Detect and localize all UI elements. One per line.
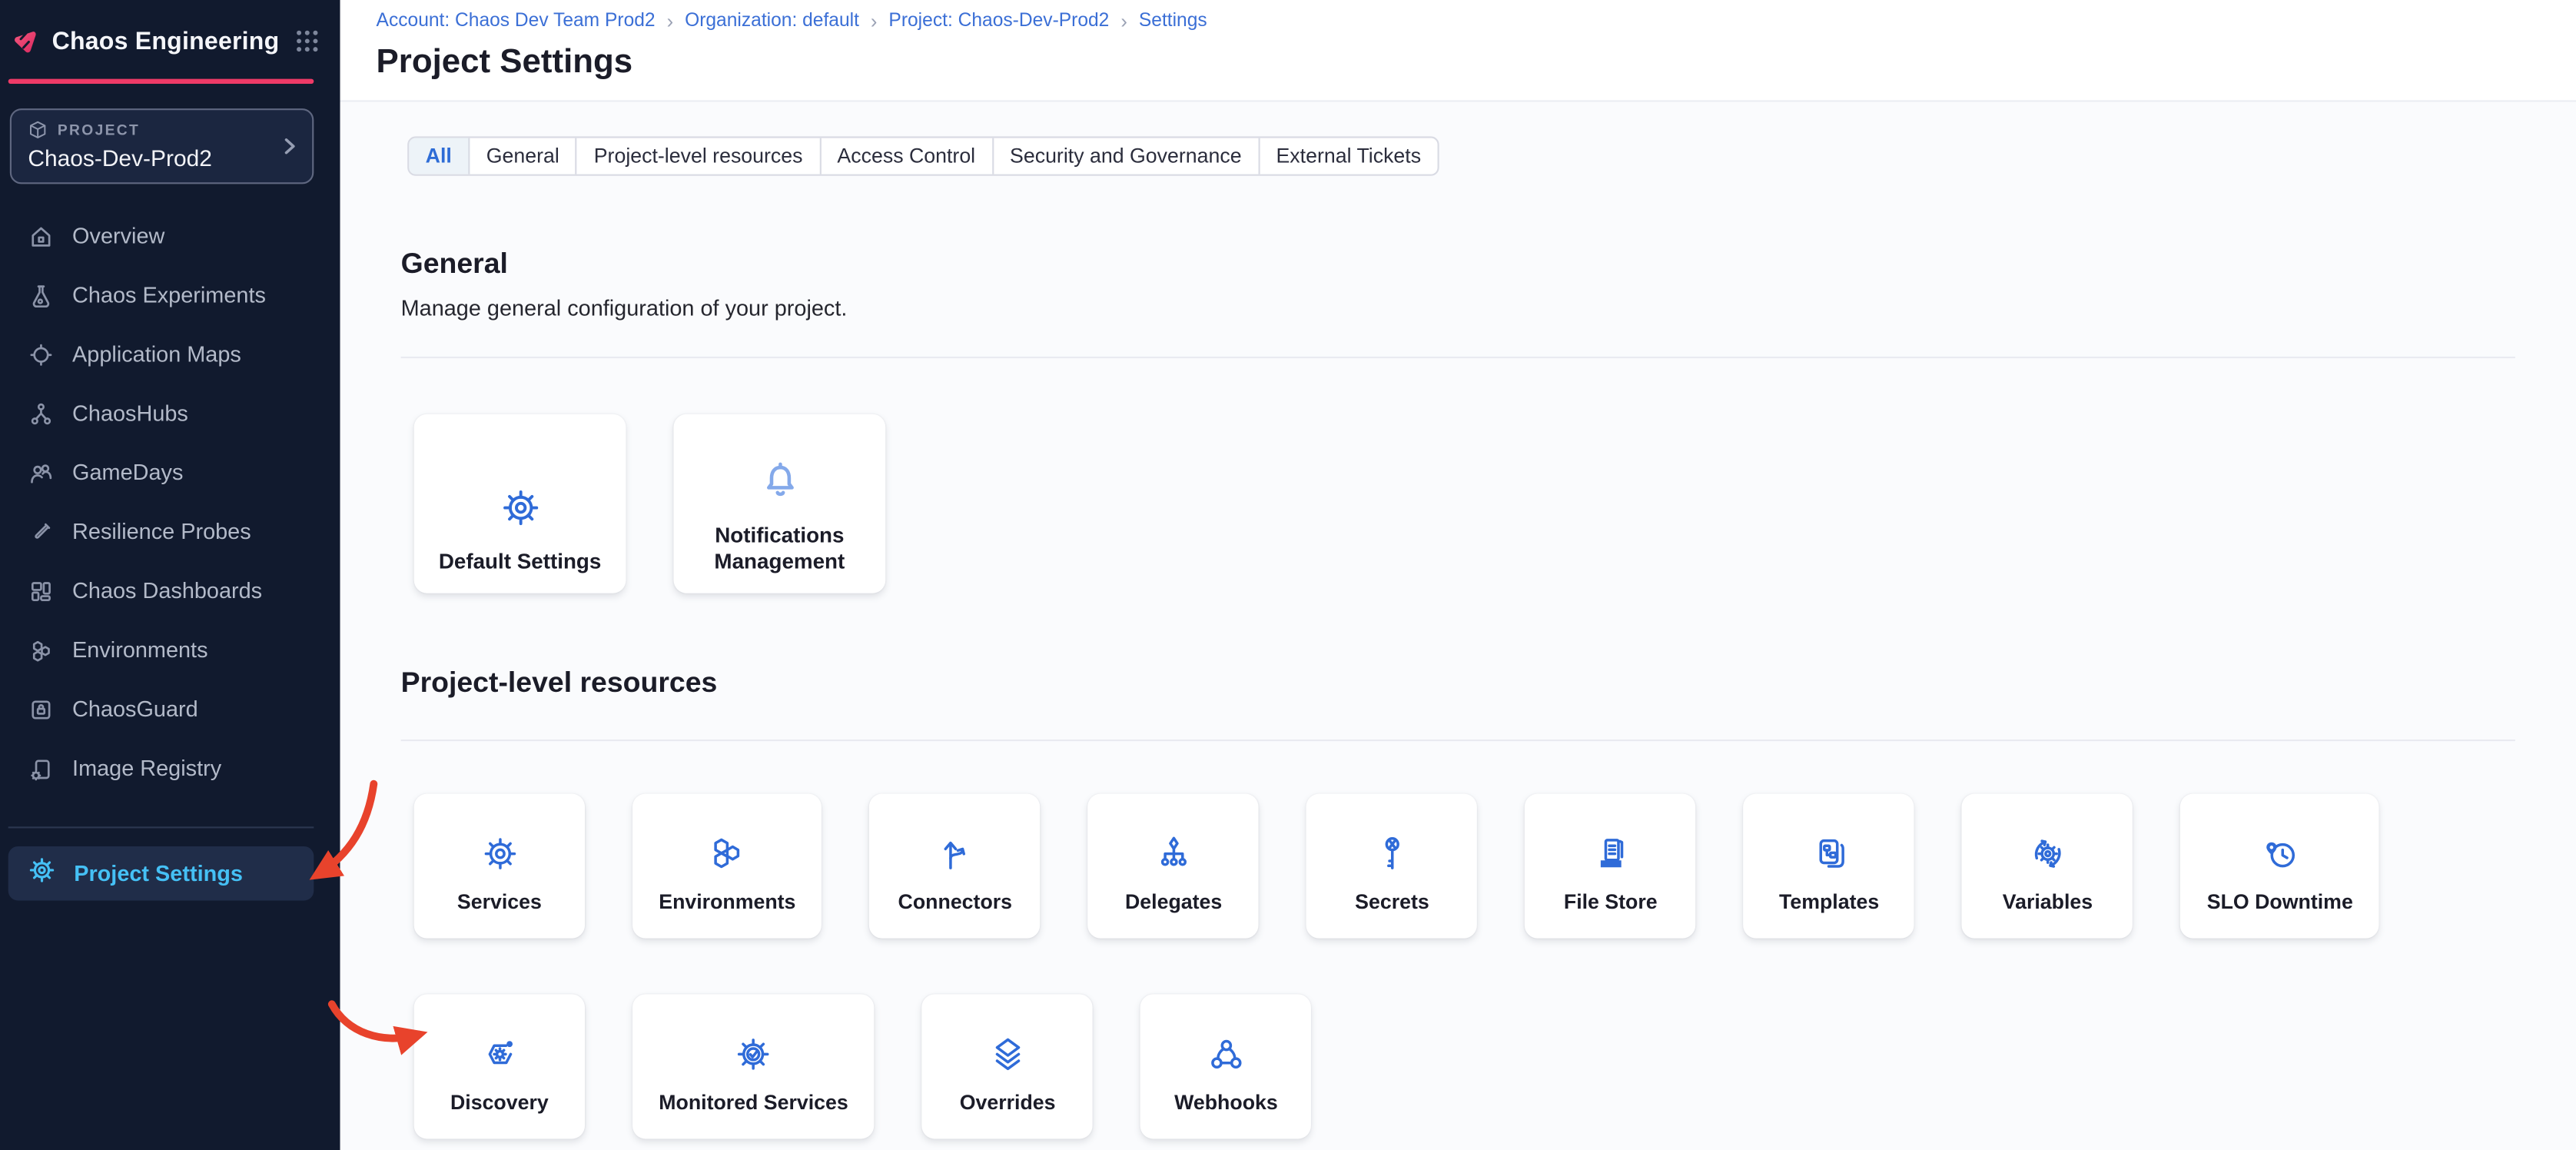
page-body: All General Project-level resources Acce… <box>340 102 2576 1139</box>
test-tube-icon <box>28 518 54 544</box>
clock-pin-icon <box>2258 832 2302 876</box>
sidebar-item-resilience-probes[interactable]: Resilience Probes <box>0 502 340 561</box>
sidebar-item-project-settings[interactable]: Project Settings <box>8 846 314 900</box>
resources-row-2: Discovery Monitored Services <box>414 994 2515 1138</box>
sidebar-item-overview[interactable]: Overview <box>0 206 340 265</box>
card-variables[interactable]: Variables <box>1962 794 2133 939</box>
breadcrumb-account-link[interactable]: Account: Chaos Dev Team Prod2 <box>377 12 656 32</box>
card-notifications-management[interactable]: Notifications Management <box>673 414 885 593</box>
tab-access-control[interactable]: Access Control <box>821 138 994 174</box>
target-icon <box>28 341 54 367</box>
general-description: Manage general configuration of your pro… <box>401 296 2515 321</box>
registry-icon <box>28 755 54 781</box>
section-divider <box>401 357 2515 358</box>
module-switcher-grid-icon[interactable] <box>294 28 320 54</box>
chevron-right-icon <box>277 134 300 157</box>
sidebar-item-application-maps[interactable]: Application Maps <box>0 324 340 384</box>
project-label: PROJECT <box>58 121 140 137</box>
sidebar-nav: Overview Chaos Experiments Application M… <box>0 206 340 798</box>
card-environments[interactable]: Environments <box>632 794 822 939</box>
brand-row: Chaos Engineering <box>0 0 340 79</box>
breadcrumb-project-link[interactable]: Project: Chaos-Dev-Prod2 <box>888 12 1109 32</box>
breadcrumb-organization-link[interactable]: Organization: default <box>685 12 859 32</box>
resources-heading: Project-level resources <box>401 666 2515 700</box>
card-overrides[interactable]: Overrides <box>922 994 1093 1138</box>
layers-icon <box>985 1032 1030 1077</box>
section-project-level-resources: Project-level resources Services <box>401 666 2515 1139</box>
home-icon <box>28 223 54 249</box>
section-divider <box>401 740 2515 741</box>
gear-check-icon <box>732 1032 776 1077</box>
card-slo-downtime[interactable]: SLO Downtime <box>2181 794 2379 939</box>
gear-icon <box>28 856 55 889</box>
sidebar-item-gamedays[interactable]: GameDays <box>0 443 340 502</box>
card-file-store[interactable]: File Store <box>1525 794 1696 939</box>
hexagons-icon <box>28 636 54 663</box>
sidebar-item-chaos-experiments[interactable]: Chaos Experiments <box>0 265 340 324</box>
card-templates[interactable]: Templates <box>1744 794 1914 939</box>
cube-icon <box>28 119 48 139</box>
breadcrumb-separator: › <box>667 10 674 33</box>
card-services[interactable]: Services <box>414 794 585 939</box>
flask-icon <box>28 282 54 308</box>
card-monitored-services[interactable]: Monitored Services <box>632 994 875 1138</box>
tab-external-tickets[interactable]: External Tickets <box>1260 138 1437 174</box>
main-content: Account: Chaos Dev Team Prod2 › Organiza… <box>340 0 2576 1150</box>
breadcrumb-separator: › <box>871 10 878 33</box>
card-discovery[interactable]: Discovery <box>414 994 585 1138</box>
sidebar: Chaos Engineering PROJECT Chaos-Dev-Prod… <box>0 0 340 1150</box>
bell-icon <box>755 457 804 507</box>
file-tray-icon <box>1588 832 1633 876</box>
tab-all[interactable]: All <box>409 138 470 174</box>
dashboard-icon <box>28 577 54 603</box>
webhook-icon <box>1204 1032 1249 1077</box>
module-accent-bar <box>8 79 314 83</box>
breadcrumb-separator: › <box>1120 10 1127 33</box>
card-delegates[interactable]: Delegates <box>1088 794 1259 939</box>
section-general: General Manage general configuration of … <box>401 247 2515 593</box>
template-icon <box>1807 832 1851 876</box>
sidebar-item-environments[interactable]: Environments <box>0 620 340 680</box>
hierarchy-icon <box>1151 832 1196 876</box>
card-connectors[interactable]: Connectors <box>870 794 1041 939</box>
gear-sync-icon <box>2026 832 2070 876</box>
resources-row-1: Services Environments <box>414 794 2515 939</box>
card-webhooks[interactable]: Webhooks <box>1140 994 1311 1138</box>
module-title: Chaos Engineering <box>52 27 280 55</box>
gear-icon <box>477 832 522 876</box>
project-selector[interactable]: PROJECT Chaos-Dev-Prod2 <box>10 108 314 183</box>
people-icon <box>28 460 54 486</box>
card-secrets[interactable]: Secrets <box>1306 794 1477 939</box>
lock-icon <box>28 696 54 722</box>
breadcrumb-settings-link[interactable]: Settings <box>1139 12 1207 32</box>
gear-icon <box>496 483 545 532</box>
key-icon <box>1370 832 1415 876</box>
branch-arrows-icon <box>933 832 978 876</box>
hexagons-icon <box>705 832 749 876</box>
tab-project-level-resources[interactable]: Project-level resources <box>577 138 821 174</box>
chaos-logo-icon <box>12 17 37 65</box>
tab-general[interactable]: General <box>470 138 577 174</box>
sidebar-item-chaos-dashboards[interactable]: Chaos Dashboards <box>0 561 340 620</box>
sidebar-item-chaoshubs[interactable]: ChaosHubs <box>0 384 340 443</box>
hexagon-gear-icon <box>477 1032 522 1077</box>
app: Chaos Engineering PROJECT Chaos-Dev-Prod… <box>0 0 2576 1150</box>
hub-icon <box>28 401 54 427</box>
card-default-settings[interactable]: Default Settings <box>414 414 626 593</box>
filter-tabs: All General Project-level resources Acce… <box>407 136 1439 175</box>
general-heading: General <box>401 247 2515 281</box>
page-header: Account: Chaos Dev Team Prod2 › Organiza… <box>340 0 2576 102</box>
sidebar-item-image-registry[interactable]: Image Registry <box>0 739 340 798</box>
breadcrumb: Account: Chaos Dev Team Prod2 › Organiza… <box>340 0 2576 33</box>
sidebar-item-chaosguard[interactable]: ChaosGuard <box>0 680 340 739</box>
sidebar-divider <box>8 826 314 827</box>
project-name: Chaos-Dev-Prod2 <box>28 144 273 170</box>
page-title: Project Settings <box>377 43 2576 82</box>
tab-security-and-governance[interactable]: Security and Governance <box>994 138 1260 174</box>
